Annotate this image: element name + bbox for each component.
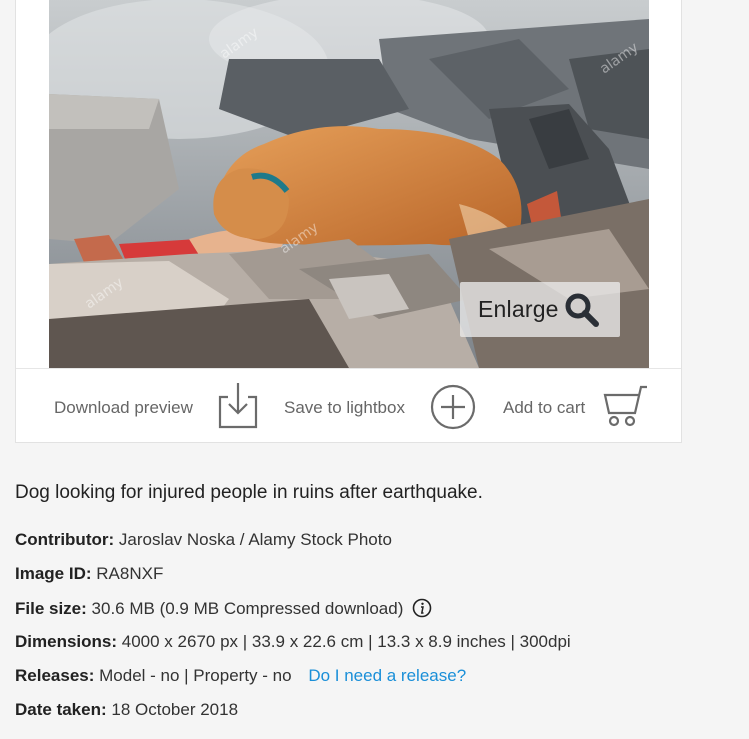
releases-label: Releases: bbox=[15, 666, 95, 685]
info-icon[interactable] bbox=[412, 598, 432, 623]
file-size-label: File size: bbox=[15, 599, 87, 618]
image-id-value: RA8NXF bbox=[96, 564, 164, 583]
main-photo[interactable]: alamy alamy alamy alamy Enlarge bbox=[49, 0, 649, 368]
download-icon bbox=[218, 381, 258, 434]
enlarge-label: Enlarge bbox=[478, 296, 559, 322]
download-preview-button[interactable]: Download preview bbox=[54, 369, 264, 443]
image-description: Dog looking for injured people in ruins … bbox=[15, 482, 483, 503]
download-preview-label: Download preview bbox=[54, 398, 193, 417]
save-to-lightbox-button[interactable]: Save to lightbox bbox=[284, 369, 484, 443]
date-taken-row: Date taken: 18 October 2018 bbox=[15, 700, 238, 720]
search-icon bbox=[564, 292, 600, 328]
releases-row: Releases: Model - no | Property - no Do … bbox=[15, 666, 466, 686]
contributor-value: Jaroslav Noska / Alamy Stock Photo bbox=[118, 530, 392, 549]
dimensions-label: Dimensions: bbox=[15, 632, 118, 651]
date-taken-label: Date taken: bbox=[15, 700, 107, 719]
add-to-cart-button[interactable]: Add to cart bbox=[503, 369, 653, 443]
action-bar: Download preview Save to lightbox Add to… bbox=[16, 369, 681, 443]
contributor-row: Contributor: Jaroslav Noska / Alamy Stoc… bbox=[15, 530, 392, 550]
date-taken-value: 18 October 2018 bbox=[111, 700, 239, 719]
enlarge-button[interactable]: Enlarge bbox=[460, 282, 620, 337]
contributor-label: Contributor: bbox=[15, 530, 115, 549]
file-size-value: 30.6 MB (0.9 MB Compressed download) bbox=[91, 599, 404, 618]
cart-icon bbox=[603, 383, 649, 432]
image-id-label: Image ID: bbox=[15, 564, 92, 583]
dimensions-value: 4000 x 2670 px | 33.9 x 22.6 cm | 13.3 x… bbox=[121, 632, 571, 651]
image-id-row: Image ID: RA8NXF bbox=[15, 564, 163, 584]
releases-value: Model - no | Property - no bbox=[99, 666, 292, 685]
release-help-link[interactable]: Do I need a release? bbox=[308, 666, 466, 685]
file-size-row: File size: 30.6 MB (0.9 MB Compressed do… bbox=[15, 598, 432, 623]
image-card: alamy alamy alamy alamy Enlarge Download… bbox=[15, 0, 682, 443]
save-to-lightbox-label: Save to lightbox bbox=[284, 398, 405, 417]
add-to-cart-label: Add to cart bbox=[503, 398, 586, 417]
plus-circle-icon bbox=[430, 384, 476, 435]
dimensions-row: Dimensions: 4000 x 2670 px | 33.9 x 22.6… bbox=[15, 632, 571, 652]
